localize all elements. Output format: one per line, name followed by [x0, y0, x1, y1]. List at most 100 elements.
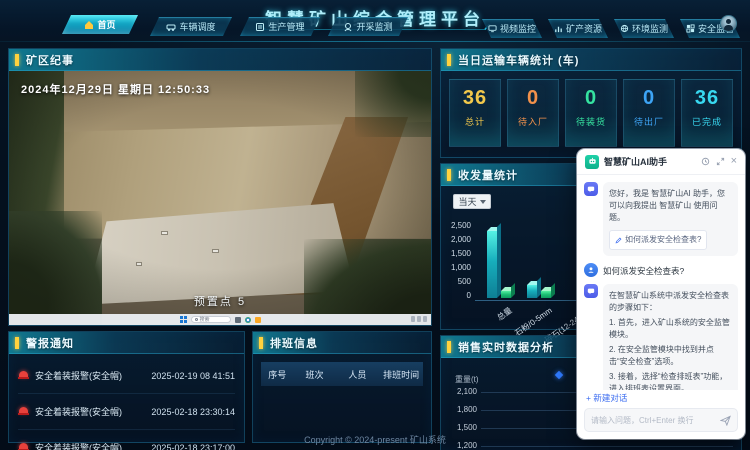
expand-icon[interactable]: [716, 157, 725, 166]
taskbar-search-box: 搜索: [191, 316, 231, 323]
user-message: 如何派发安全检查表?: [584, 263, 738, 277]
stat-completed: 36 已完成: [681, 79, 733, 147]
ai-message: 您好，我是 智慧矿山AI 助手，您可以向我提出 智慧矿山 使用问题。 如何派发安…: [584, 182, 738, 256]
panel-title: 当日运输车辆统计 (车): [458, 52, 579, 68]
volume-bar: [527, 285, 537, 298]
tab-label: 矿产资源: [566, 22, 602, 35]
ai-answer-intro: 在智慧矿山系统中派发安全检查表的步骤如下：: [609, 291, 729, 312]
ai-message: 在智慧矿山系统中派发安全检查表的步骤如下： 1. 首先，进入矿山系统的安全监管模…: [584, 284, 738, 390]
vehicle-dispatch-icon: [166, 22, 176, 32]
alert-list: 安全着装报警(安全帽) 2025-02-19 08 41:51 安全着装报警(安…: [9, 358, 244, 442]
panel-accent-bar: [259, 337, 263, 349]
browser-icon: [245, 317, 251, 323]
suggestion-chip[interactable]: 如何派发安全检查表?: [609, 230, 707, 250]
column-header: 排班时间: [379, 368, 423, 381]
panel-header: 警报通知: [9, 332, 244, 354]
video-preset-label: 预置点 5: [9, 293, 431, 309]
mineral-resource-icon: [554, 24, 563, 33]
alert-time: 2025-02-19 08 41:51: [151, 371, 235, 381]
video-feed[interactable]: 2024年12月29日 星期日 12:50:33 预置点 5 搜索: [9, 71, 431, 325]
close-icon[interactable]: ×: [731, 156, 737, 167]
user-avatar-icon: [584, 263, 598, 277]
tab-label: 车辆调度: [179, 20, 215, 33]
alert-text: 安全着装报警(安全帽): [35, 369, 122, 382]
app-header: 智慧矿山综合管理平台 首页 车辆调度 生产管理 开采监测 视频监控 矿产资源: [0, 0, 750, 42]
suggestion-text: 如何派发安全检查表?: [625, 234, 701, 246]
history-icon[interactable]: [701, 157, 710, 166]
stat-waiting-load: 0 待装货: [565, 79, 617, 147]
tab-video-monitor[interactable]: 视频监控: [482, 19, 542, 38]
panel-title: 排班信息: [270, 335, 318, 351]
video-monitor-icon: [488, 24, 497, 33]
ai-assistant-panel: 智慧矿山AI助手 × 您好，我是 智慧矿山AI 助手，您可以向我提出 智慧矿山 …: [577, 149, 745, 439]
column-header: 班次: [293, 368, 335, 381]
search-icon: [195, 318, 198, 321]
alarm-icon: [18, 406, 29, 417]
stat-value: 36: [450, 87, 500, 110]
volume-xlabel: 总量: [495, 305, 514, 323]
stat-label: 待出厂: [624, 115, 674, 128]
tab-environment[interactable]: 环境监测: [614, 19, 674, 38]
ai-robot-icon: [585, 155, 599, 169]
panel-accent-bar: [15, 337, 19, 349]
stat-value: 0: [566, 87, 616, 110]
video-vignette: [9, 71, 431, 325]
ai-question-input[interactable]: [591, 416, 716, 425]
volume-ytick: 1,000: [443, 263, 471, 272]
ai-greeting-bubble: 您好，我是 智慧矿山AI 助手，您可以向我提出 智慧矿山 使用问题。 如何派发安…: [603, 182, 738, 256]
stat-value: 0: [508, 87, 558, 110]
file-explorer-icon: [235, 317, 241, 323]
stat-waiting-exit: 0 待出厂: [623, 79, 675, 147]
ai-greeting-text: 您好，我是 智慧矿山AI 助手，您可以向我提出 智慧矿山 使用问题。: [609, 189, 725, 222]
column-header: 人员: [336, 368, 380, 381]
volume-bar: [541, 291, 551, 298]
sales-gridline: [481, 446, 733, 447]
column-header: 序号: [261, 368, 293, 381]
send-icon[interactable]: [720, 415, 731, 426]
panel-mine-video: 矿区纪事 2024年12月29日 星期日 12:50:33 预置点 5 搜索: [8, 48, 432, 326]
ai-assistant-title: 智慧矿山AI助手: [604, 155, 667, 168]
stat-waiting-entry: 0 待入厂: [507, 79, 559, 147]
volume-ytick: 2,500: [443, 221, 471, 230]
windows-start-icon: [180, 316, 187, 323]
ai-answer-step: 1. 首先，进入矿山系统的安全监管模块。: [609, 317, 732, 341]
user-avatar[interactable]: [720, 15, 737, 32]
sales-y-axis-label: 重量(t): [455, 374, 479, 385]
user-question-text: 如何派发安全检查表?: [603, 263, 684, 277]
panel-header: 排班信息: [253, 332, 431, 354]
stat-value: 36: [682, 87, 732, 110]
ai-assistant-header: 智慧矿山AI助手 ×: [577, 149, 745, 175]
production-icon: [255, 22, 265, 32]
volume-ytick: 500: [443, 277, 471, 286]
panel-schedule: 排班信息 序号 班次 人员 排班时间: [252, 331, 432, 443]
home-icon: [84, 20, 94, 30]
tab-mining-monitor[interactable]: 开采监测: [328, 17, 408, 36]
ai-answer-step: 2. 在安全监管模块中找到并点击“安全检查”选项。: [609, 344, 732, 368]
sales-ytick: 1,800: [445, 405, 477, 414]
ai-answer-bubble: 在智慧矿山系统中派发安全检查表的步骤如下： 1. 首先，进入矿山系统的安全监管模…: [603, 284, 738, 390]
tab-vehicle-dispatch[interactable]: 车辆调度: [150, 17, 232, 36]
volume-ytick: 0: [443, 291, 471, 300]
alert-row[interactable]: 安全着装报警(安全帽) 2025-02-18 23:30:14: [18, 394, 235, 430]
sales-legend-marker: [555, 371, 563, 379]
volume-ytick: 2,000: [443, 235, 471, 244]
alert-row[interactable]: 安全着装报警(安全帽) 2025-02-19 08 41:51: [18, 358, 235, 394]
tab-home[interactable]: 首页: [62, 15, 138, 34]
bot-avatar-icon: [584, 284, 598, 298]
stat-label: 总计: [450, 115, 500, 128]
panel-accent-bar: [15, 54, 19, 66]
ai-conversation: 您好，我是 智慧矿山AI 助手，您可以向我提出 智慧矿山 使用问题。 如何派发安…: [577, 175, 745, 390]
new-chat-button[interactable]: + 新建对话: [577, 390, 745, 408]
tab-mineral-resource[interactable]: 矿产资源: [548, 19, 608, 38]
tab-label: 生产管理: [268, 20, 304, 33]
taskbar-tray: [411, 316, 427, 322]
panel-title: 矿区纪事: [26, 52, 74, 68]
panel-accent-bar: [447, 54, 451, 66]
sales-ytick: 1,500: [445, 423, 477, 432]
tab-label: 视频监控: [500, 22, 536, 35]
ai-input-row: [584, 408, 738, 432]
panel-title: 警报通知: [26, 335, 74, 351]
tab-production[interactable]: 生产管理: [240, 17, 320, 36]
alarm-icon: [18, 370, 29, 381]
alert-time: 2025-02-18 23:30:14: [151, 407, 235, 417]
